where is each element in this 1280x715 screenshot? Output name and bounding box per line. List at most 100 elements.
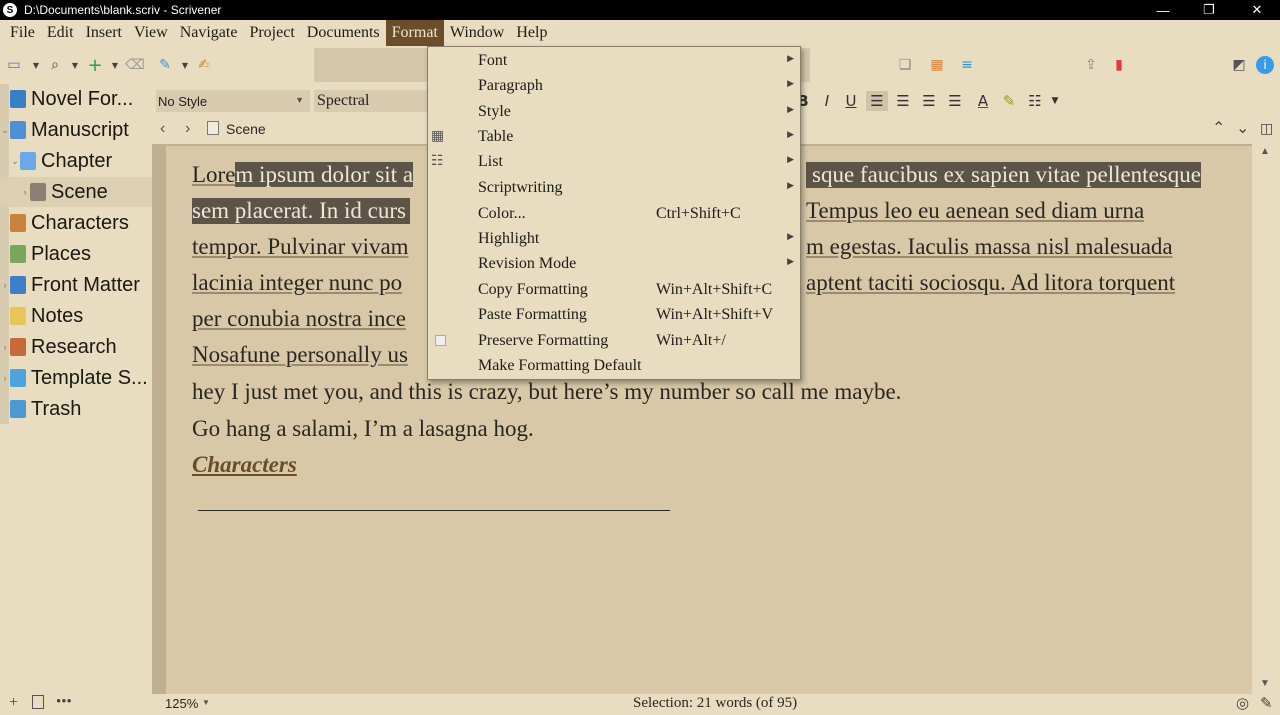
corkboard-icon[interactable]: ▦ (928, 56, 946, 74)
zoom-caret-icon[interactable]: ▼ (202, 698, 210, 707)
menu-item-paste-formatting[interactable]: Paste Formatting Win+Alt+Shift+V (428, 302, 800, 327)
menu-item-list[interactable]: ☷ List ▶ (428, 149, 800, 174)
binder-item-places[interactable]: Places (0, 239, 152, 269)
align-left-icon[interactable]: ☰ (866, 91, 888, 111)
minimize-button[interactable]: — (1140, 0, 1186, 20)
binder-sidebar: Novel For... ⌄ Manuscript ⌄ Chapter › Scene… (0, 84, 152, 694)
binder-item-chapter[interactable]: ⌄ Chapter (0, 146, 152, 176)
attach-caret-icon[interactable]: ▼ (176, 56, 194, 74)
binder-item-scene[interactable]: › Scene (0, 177, 152, 207)
menu-insert[interactable]: Insert (80, 20, 128, 46)
more-icon[interactable]: ••• (56, 694, 72, 711)
search-icon[interactable]: ⌕ (46, 56, 64, 74)
document-icon (207, 121, 219, 135)
front-matter-icon (10, 276, 26, 294)
info-icon[interactable]: i (1256, 56, 1274, 74)
underline-icon[interactable]: U (840, 91, 862, 111)
italic-icon[interactable]: I (816, 91, 838, 111)
split-view-icon[interactable]: ◫ (1260, 120, 1273, 137)
menu-item-font[interactable]: Font ▶ (428, 48, 800, 73)
text-line-3: tempor. Pulvinar vivam (192, 234, 409, 259)
menu-item-color[interactable]: Color... Ctrl+Shift+C (428, 201, 800, 226)
menu-item-copy-formatting[interactable]: Copy Formatting Win+Alt+Shift+C (428, 277, 800, 302)
outline-icon[interactable]: ≡ (958, 56, 976, 74)
inspector-toggle-icon[interactable]: ◩ (1230, 56, 1248, 74)
text-line-2: sem placerat. In id curs (192, 198, 410, 224)
share-icon[interactable]: ⇪ (1082, 56, 1100, 74)
table-icon: ▦ (431, 128, 445, 144)
zoom-level[interactable]: 125% (165, 696, 198, 711)
menu-item-preserve-formatting[interactable]: Preserve Formatting Win+Alt+/ (428, 328, 800, 353)
menu-window[interactable]: Window (444, 20, 510, 46)
binder-toggle-icon[interactable]: ▭ (5, 56, 23, 74)
binder-item-novel-format[interactable]: Novel For... (0, 84, 152, 114)
menu-item-revision-mode[interactable]: Revision Mode ▶ (428, 251, 800, 276)
close-button[interactable]: ✕ (1234, 0, 1280, 20)
text-line-1: Lorem ipsum dolor sit a sque faucibus ex … (192, 162, 1201, 188)
list-caret-icon[interactable]: ▼ (1044, 91, 1066, 111)
back-arrow-icon[interactable]: ‹ (160, 120, 165, 138)
scroll-down-icon[interactable]: ▼ (1260, 678, 1270, 689)
menu-item-make-formatting-default[interactable]: Make Formatting Default (428, 353, 800, 378)
binder-item-template-sheets[interactable]: › Template S... (0, 363, 152, 393)
menu-project[interactable]: Project (243, 20, 300, 46)
trash-toolbar-icon[interactable]: ⌫ (125, 56, 145, 74)
forward-arrow-icon[interactable]: › (185, 120, 190, 138)
menu-item-highlight[interactable]: Highlight ▶ (428, 226, 800, 251)
menu-edit[interactable]: Edit (41, 20, 80, 46)
submenu-arrow-icon: ▶ (787, 54, 794, 64)
text-color-icon[interactable]: A (972, 91, 994, 111)
binder-item-manuscript[interactable]: ⌄ Manuscript (0, 115, 152, 145)
characters-link[interactable]: Characters (192, 452, 297, 478)
header-doc-title[interactable]: Scene (226, 121, 266, 137)
font-select[interactable]: Spectral (314, 90, 434, 112)
align-center-icon[interactable]: ☰ (892, 91, 914, 111)
menu-file[interactable]: File (4, 20, 41, 46)
menu-documents[interactable]: Documents (301, 20, 386, 46)
restore-button[interactable]: ❐ (1186, 0, 1232, 20)
edit-note-icon[interactable]: ✍ (195, 56, 213, 74)
menu-help[interactable]: Help (510, 20, 553, 46)
characters-icon (10, 214, 26, 232)
attach-icon[interactable]: ✎ (156, 56, 174, 74)
list-icon: ☷ (431, 153, 444, 169)
scroll-up-icon[interactable]: ▲ (1260, 146, 1270, 157)
binder-item-trash[interactable]: Trash (0, 394, 152, 424)
menu-item-style[interactable]: Style ▶ (428, 99, 800, 124)
target-icon[interactable]: ◎ (1236, 694, 1249, 713)
template-icon (10, 369, 26, 387)
menu-format[interactable]: Format (385, 20, 444, 46)
window-title: D:\Documents\blank.scriv - Scrivener (24, 3, 222, 17)
copyholder-icon[interactable]: ❏ (896, 56, 914, 74)
binder-menu-caret-icon[interactable]: ▼ (27, 56, 45, 74)
edit-icon[interactable]: ✎ (1260, 694, 1273, 713)
binder-item-front-matter[interactable]: › Front Matter (0, 270, 152, 300)
add-icon[interactable]: + (9, 694, 18, 712)
highlighter-icon[interactable]: ✎ (998, 91, 1020, 111)
format-menu-dropdown: Font ▶ Paragraph ▶ Style ▶ ▦ Table ▶ ☷ List ▶ S… (427, 46, 801, 380)
bookmark-icon[interactable]: ▮ (1110, 56, 1128, 74)
style-select[interactable]: No Style ▼ (156, 90, 310, 112)
search-caret-icon[interactable]: ▼ (66, 56, 84, 74)
binder-item-characters[interactable]: Characters (0, 208, 152, 238)
add-caret-icon[interactable]: ▼ (106, 56, 124, 74)
info-triangle-icon (10, 90, 26, 108)
align-right-icon[interactable]: ☰ (944, 91, 966, 111)
binder-item-notes[interactable]: Notes (0, 301, 152, 331)
add-item-icon[interactable]: + (86, 55, 104, 76)
binder-item-research[interactable]: › Research (0, 332, 152, 362)
chevron-down-icon: ▼ (295, 95, 304, 105)
menu-item-table[interactable]: ▦ Table ▶ (428, 124, 800, 149)
menu-item-paragraph[interactable]: Paragraph ▶ (428, 73, 800, 98)
chevron-down-icon[interactable]: ⌄ (1236, 118, 1249, 138)
list-icon[interactable]: ☷ (1024, 91, 1046, 111)
editor-scrollbar[interactable]: ▲ ▼ (1252, 144, 1280, 694)
menu-item-scriptwriting[interactable]: Scriptwriting ▶ (428, 175, 800, 200)
chevron-up-icon[interactable]: ⌃ (1212, 118, 1225, 138)
menu-navigate[interactable]: Navigate (174, 20, 244, 46)
menu-view[interactable]: View (128, 20, 174, 46)
trash-icon (10, 400, 26, 418)
align-justify-icon[interactable]: ☰ (918, 91, 940, 111)
new-folder-icon[interactable] (32, 695, 44, 709)
scene-doc-icon (30, 183, 46, 201)
